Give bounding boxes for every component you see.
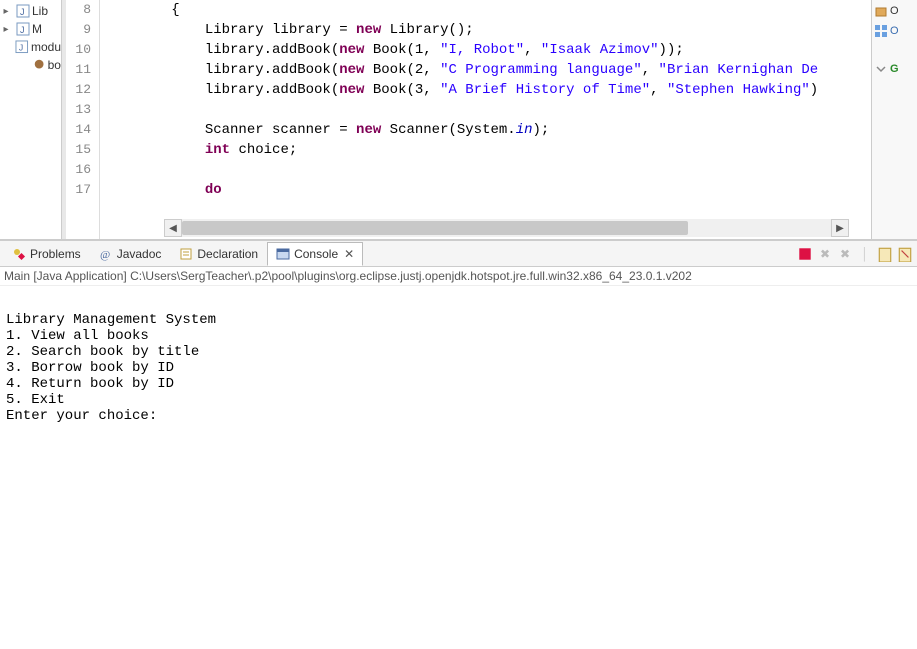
code-line[interactable]: Library library = new Library();	[104, 20, 871, 40]
launch-info: Main [Java Application] C:\Users\SergTea…	[0, 267, 917, 286]
code-line[interactable]: library.addBook(new Book(3, "A Brief His…	[104, 80, 871, 100]
outline-label: O	[890, 5, 899, 17]
tree-item-label: Lib	[32, 4, 48, 18]
javadoc-icon: @	[99, 247, 113, 261]
tab-javadoc[interactable]: @ Javadoc	[90, 242, 171, 266]
console-icon	[276, 247, 290, 261]
remove-all-icon[interactable]: ✖	[837, 246, 853, 262]
tree-item[interactable]: ▸ JM	[0, 20, 61, 38]
svg-text:J: J	[19, 43, 23, 53]
line-number: 15	[66, 140, 91, 160]
scroll-left-arrow-icon[interactable]: ◀	[164, 219, 182, 237]
line-number: 11	[66, 60, 91, 80]
record-icon	[33, 58, 45, 72]
line-number: 13	[66, 100, 91, 120]
tab-label: Javadoc	[117, 247, 162, 261]
code-line[interactable]: do	[104, 180, 871, 200]
tab-label: Declaration	[197, 247, 258, 261]
tree-item[interactable]: Jmodu	[0, 38, 61, 56]
scroll-right-arrow-icon[interactable]: ▶	[831, 219, 849, 237]
outline-item[interactable]: O	[874, 4, 915, 18]
tree-item[interactable]: bo	[0, 56, 61, 74]
line-number: 9	[66, 20, 91, 40]
divider-icon: │	[857, 246, 873, 262]
code-line[interactable]: {	[104, 0, 871, 20]
line-number: 14	[66, 120, 91, 140]
problems-icon	[12, 247, 26, 261]
expand-icon[interactable]: ▸	[0, 6, 12, 17]
line-gutter: 891011121314151617	[66, 0, 100, 239]
tree-item[interactable]: ▸ J Lib	[0, 2, 61, 20]
chevron-down-icon	[874, 62, 888, 76]
remove-launch-icon[interactable]: ✖	[817, 246, 833, 262]
line-number: 12	[66, 80, 91, 100]
tab-console[interactable]: Console ✕	[267, 242, 363, 266]
code-line[interactable]	[104, 100, 871, 120]
code-line[interactable]: library.addBook(new Book(1, "I, Robot", …	[104, 40, 871, 60]
svg-text:J: J	[20, 25, 25, 35]
tree-item-label: M	[32, 22, 42, 36]
package-explorer[interactable]: ▸JLib▸JMJmodubo	[0, 0, 62, 239]
outline-item[interactable]: O	[874, 24, 915, 38]
tab-problems[interactable]: Problems	[3, 242, 90, 266]
outline-label: G	[890, 63, 899, 75]
line-number: 16	[66, 160, 91, 180]
bottom-panel: Problems @ Javadoc Declaration Console ✕ ✖ ✖ …	[0, 240, 917, 641]
code-editor[interactable]: { Library library = new Library(); libra…	[100, 0, 871, 239]
tree-item-label: modu	[31, 40, 61, 54]
clear-console-icon[interactable]	[877, 246, 893, 262]
code-line[interactable]: Scanner scanner = new Scanner(System.in)…	[104, 120, 871, 140]
svg-text:J: J	[20, 7, 25, 17]
outline-item[interactable]: G	[874, 62, 915, 76]
svg-text:@: @	[100, 249, 110, 261]
console-output[interactable]: Library Management System 1. View all bo…	[0, 286, 917, 641]
tree-item-label: bo	[48, 58, 61, 72]
scroll-lock-icon[interactable]	[897, 246, 913, 262]
editor-area: 891011121314151617 { Library library = n…	[62, 0, 871, 239]
java-file-icon: J	[16, 22, 30, 36]
package-icon	[874, 4, 888, 18]
tab-label: Problems	[30, 247, 81, 261]
scroll-track[interactable]	[182, 219, 831, 237]
grid-icon	[874, 24, 888, 38]
view-tabs: Problems @ Javadoc Declaration Console ✕ ✖ ✖ …	[0, 241, 917, 267]
code-line[interactable]	[104, 160, 871, 180]
code-line[interactable]: int choice;	[104, 140, 871, 160]
tab-label: Console	[294, 247, 338, 261]
scroll-thumb[interactable]	[182, 221, 688, 235]
horizontal-scrollbar[interactable]: ◀ ▶	[164, 219, 849, 237]
line-number: 10	[66, 40, 91, 60]
java-file-icon: J	[15, 40, 29, 54]
code-line[interactable]: library.addBook(new Book(2, "C Programmi…	[104, 60, 871, 80]
outline-panel: O O G	[871, 0, 917, 239]
outline-label: O	[890, 25, 899, 37]
java-file-icon: J	[16, 4, 30, 18]
line-number: 17	[66, 180, 91, 200]
close-icon[interactable]: ✕	[344, 247, 354, 261]
line-number: 8	[66, 0, 91, 20]
expand-icon[interactable]: ▸	[0, 24, 12, 35]
console-toolbar: ✖ ✖ │	[797, 246, 917, 262]
tab-declaration[interactable]: Declaration	[170, 242, 267, 266]
terminate-icon[interactable]	[797, 246, 813, 262]
declaration-icon	[179, 247, 193, 261]
